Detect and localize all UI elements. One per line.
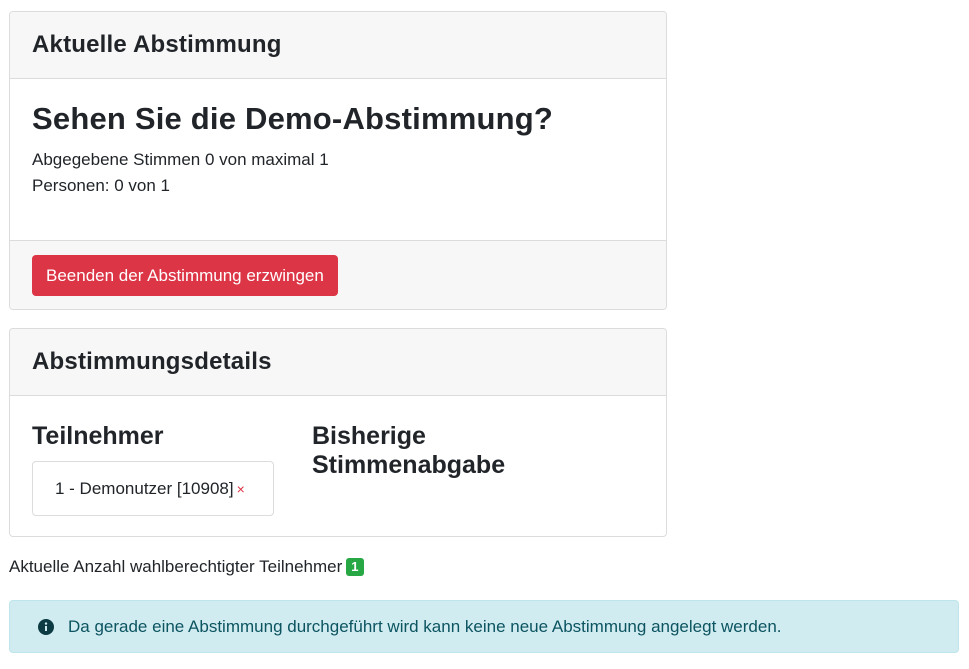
votes-heading: Bisherige Stimmenabgabe bbox=[312, 422, 506, 479]
current-poll-card: Aktuelle Abstimmung Sehen Sie die Demo-A… bbox=[9, 11, 667, 310]
eligible-count-line: Aktuelle Anzahl wahlberechtigter Teilneh… bbox=[9, 557, 364, 577]
poll-details-body: Teilnehmer 1 - Demonutzer [10908] × Bishe… bbox=[10, 396, 666, 516]
details-grid: Teilnehmer 1 - Demonutzer [10908] × Bishe… bbox=[32, 418, 644, 516]
votes-cast-text: Abgegebene Stimmen 0 von maximal 1 bbox=[32, 150, 329, 169]
eligible-count-label: Aktuelle Anzahl wahlberechtigter Teilneh… bbox=[9, 557, 343, 576]
poll-details-header: Abstimmungsdetails bbox=[10, 329, 666, 396]
force-end-poll-button[interactable]: Beenden der Abstimmung erzwingen bbox=[32, 255, 338, 296]
poll-details-card: Abstimmungsdetails Teilnehmer 1 - Demonu… bbox=[9, 328, 667, 537]
current-poll-title: Aktuelle Abstimmung bbox=[32, 31, 282, 58]
participants-heading: Teilnehmer bbox=[32, 422, 164, 450]
eligible-count-badge: 1 bbox=[346, 558, 364, 576]
participant-label: 1 - Demonutzer [10908] bbox=[55, 479, 234, 498]
current-poll-footer: Beenden der Abstimmung erzwingen bbox=[10, 240, 666, 309]
current-poll-header: Aktuelle Abstimmung bbox=[10, 12, 666, 79]
info-alert: Da gerade eine Abstimmung durchgeführt w… bbox=[9, 600, 959, 653]
page: Aktuelle Abstimmung Sehen Sie die Demo-A… bbox=[0, 0, 969, 669]
poll-details-title: Abstimmungsdetails bbox=[32, 348, 272, 375]
remove-participant-icon[interactable]: × bbox=[237, 481, 245, 497]
current-poll-body: Sehen Sie die Demo-Abstimmung? Abgegeben… bbox=[10, 79, 666, 240]
participants-column: Teilnehmer 1 - Demonutzer [10908] × bbox=[32, 422, 312, 516]
participant-item: 1 - Demonutzer [10908] × bbox=[32, 461, 274, 516]
info-alert-text: Da gerade eine Abstimmung durchgeführt w… bbox=[68, 616, 782, 636]
votes-column: Bisherige Stimmenabgabe bbox=[312, 422, 592, 516]
poll-question: Sehen Sie die Demo-Abstimmung? bbox=[32, 101, 554, 136]
info-circle-icon bbox=[38, 618, 54, 635]
persons-text: Personen: 0 von 1 bbox=[32, 176, 170, 195]
